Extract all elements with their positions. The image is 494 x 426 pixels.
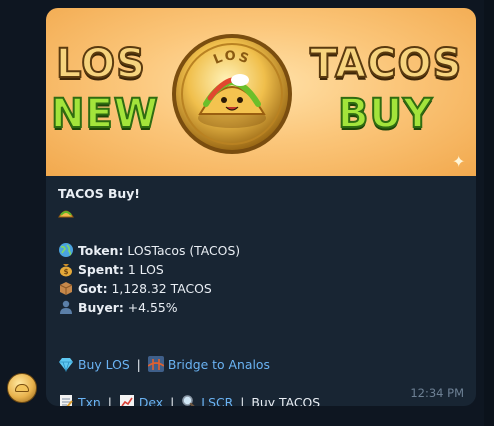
avatar[interactable] (7, 373, 37, 403)
separator: | (107, 395, 112, 406)
globe-icon (59, 243, 73, 257)
banner-image[interactable]: LOS TACOS NEW BUY LOS ✦ (46, 8, 476, 176)
magnifier-icon (182, 395, 195, 406)
spent-value: 1 LOS (127, 262, 164, 277)
avatar-taco-icon (15, 384, 29, 392)
buyer-label: Buyer: (78, 300, 124, 315)
token-value: LOSTacos (TACOS) (127, 243, 241, 258)
taco-coin-logo: LOS (172, 34, 292, 154)
message-title: TACOS Buy! (58, 186, 140, 201)
separator: | (240, 395, 245, 406)
taco-line (58, 203, 468, 222)
money-bag-icon: $ (60, 264, 72, 277)
gem-icon (59, 358, 73, 372)
bridge-icon (147, 356, 164, 372)
lscr-link[interactable]: LSCR (201, 395, 233, 406)
spent-row: $ Spent: 1 LOS (58, 260, 468, 279)
receipt-icon (60, 395, 73, 406)
buy-tacos-text: Buy TACOS (251, 395, 321, 406)
buyer-row: Buyer: +4.55% (58, 298, 468, 317)
banner-word-tacos: TACOS (309, 41, 463, 87)
separator: | (136, 357, 141, 372)
banner-word-buy: BUY (337, 91, 433, 137)
chart-icon (119, 395, 134, 406)
bridge-link[interactable]: Bridge to Analos (168, 357, 270, 372)
got-label: Got: (78, 281, 108, 296)
message-bubble: LOS TACOS NEW BUY LOS ✦ TACOS Buy! Token… (46, 8, 476, 406)
package-icon (59, 282, 73, 295)
taco-icon (58, 210, 74, 218)
banner-word-los: LOS (55, 41, 146, 87)
sparkle-icon: ✦ (452, 152, 466, 171)
spent-label: Spent: (78, 262, 124, 277)
links-row-2: Txn | Dex | LSCR | Buy TACOS (58, 393, 468, 406)
person-silhouette-icon (60, 300, 72, 314)
window-edge (484, 0, 494, 426)
links-row-1: Buy LOS | Bridge to Analos (58, 355, 468, 374)
separator: | (170, 395, 175, 406)
got-row: Got: 1,128.32 TACOS (58, 279, 468, 298)
got-value: 1,128.32 TACOS (111, 281, 212, 296)
buyer-value: +4.55% (127, 300, 178, 315)
token-label: Token: (78, 243, 124, 258)
message-text: TACOS Buy! Token: LOSTacos (TACOS) $ Spe… (58, 184, 468, 406)
token-row: Token: LOSTacos (TACOS) (58, 241, 468, 260)
svg-text:$: $ (64, 268, 69, 276)
txn-link[interactable]: Txn (78, 395, 101, 406)
banner-word-new: NEW (50, 91, 159, 137)
dex-link[interactable]: Dex (139, 395, 163, 406)
message-time: 12:34 PM (410, 386, 464, 400)
buy-los-link[interactable]: Buy LOS (78, 357, 130, 372)
